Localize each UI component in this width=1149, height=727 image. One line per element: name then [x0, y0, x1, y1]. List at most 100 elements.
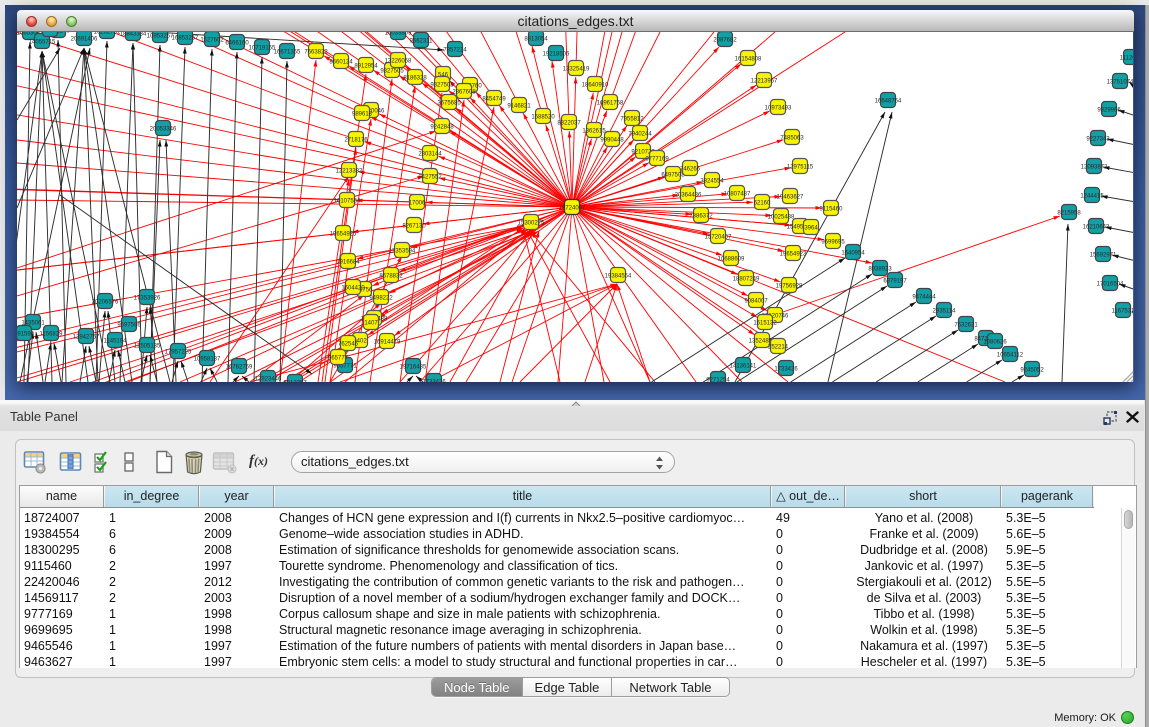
svg-text:9329966: 9329966 — [1097, 107, 1121, 113]
svg-text:7386372: 7386372 — [689, 213, 713, 219]
svg-text:1112053: 1112053 — [1120, 55, 1133, 61]
svg-text:391594: 391594 — [17, 331, 35, 337]
svg-text:9271254: 9271254 — [706, 377, 730, 382]
svg-text:18724007: 18724007 — [559, 205, 586, 211]
svg-text:12093872: 12093872 — [1081, 164, 1108, 170]
svg-text:10107554: 10107554 — [334, 198, 361, 204]
svg-text:20691406: 20691406 — [71, 36, 98, 42]
svg-text:9227343: 9227343 — [1086, 136, 1110, 142]
svg-text:8215958: 8215958 — [1057, 210, 1081, 216]
svg-text:17353926: 17353926 — [134, 295, 161, 301]
svg-text:7663822: 7663822 — [304, 49, 328, 55]
svg-text:9242848: 9242848 — [430, 124, 454, 130]
svg-text:9327508: 9327508 — [430, 82, 454, 88]
svg-text:20206576: 20206576 — [92, 299, 119, 305]
svg-text:10688609: 10688609 — [718, 256, 745, 262]
svg-text:1244415: 1244415 — [1080, 193, 1104, 199]
svg-text:3964: 3964 — [804, 225, 818, 231]
svg-text:989618: 989618 — [352, 111, 373, 117]
svg-text:8812357: 8812357 — [283, 380, 307, 382]
svg-text:16648764: 16648764 — [875, 98, 902, 104]
svg-text:12505135: 12505135 — [134, 343, 161, 349]
svg-text:1407: 1407 — [364, 320, 378, 326]
svg-text:3824554: 3824554 — [700, 178, 724, 184]
svg-text:10807487: 10807487 — [724, 191, 751, 197]
svg-text:2867608: 2867608 — [452, 89, 476, 95]
svg-text:16961758: 16961758 — [597, 100, 624, 106]
svg-text:10025488: 10025488 — [768, 214, 795, 220]
svg-text:12213382: 12213382 — [336, 168, 363, 174]
svg-text:17957225: 17957225 — [165, 349, 192, 355]
svg-text:9498222: 9498222 — [369, 295, 393, 301]
svg-text:762546: 762546 — [338, 341, 359, 347]
svg-text:6497508: 6497508 — [661, 172, 685, 178]
svg-text:831074: 831074 — [40, 32, 61, 33]
svg-text:10958187: 10958187 — [194, 356, 221, 362]
svg-text:1362615: 1362615 — [582, 128, 606, 134]
svg-text:9990448: 9990448 — [600, 137, 624, 143]
svg-text:18807249: 18807249 — [733, 276, 760, 282]
svg-text:965777: 965777 — [328, 355, 349, 361]
svg-text:7857224: 7857224 — [443, 47, 467, 53]
svg-text:20053346: 20053346 — [150, 126, 177, 132]
svg-text:8267130: 8267130 — [402, 223, 426, 229]
svg-text:10719155: 10719155 — [249, 45, 276, 51]
svg-text:13226058: 13226058 — [385, 58, 412, 64]
svg-text:16853267: 16853267 — [172, 35, 199, 41]
svg-text:62160: 62160 — [754, 200, 771, 206]
svg-text:16210643: 16210643 — [1083, 224, 1110, 230]
svg-text:1167531: 1167531 — [1112, 308, 1133, 314]
svg-text:7955812: 7955812 — [620, 116, 644, 122]
svg-text:9699695: 9699695 — [821, 239, 845, 245]
svg-text:12942757: 12942757 — [73, 334, 100, 340]
svg-text:10953257: 10953257 — [147, 33, 174, 39]
svg-text:2935114: 2935114 — [933, 308, 957, 314]
svg-text:9474444: 9474444 — [912, 294, 936, 300]
svg-text:19654923: 19654923 — [780, 251, 807, 257]
svg-text:20364436: 20364436 — [675, 192, 702, 198]
svg-text:16914479: 16914479 — [374, 339, 401, 345]
svg-text:12923446: 12923446 — [255, 376, 282, 382]
svg-text:2803144: 2803144 — [418, 151, 442, 157]
svg-text:746266: 746266 — [680, 166, 701, 172]
svg-text:16782759: 16782759 — [226, 364, 253, 370]
svg-text:15692971: 15692971 — [1090, 252, 1117, 258]
svg-text:8678832: 8678832 — [379, 273, 403, 279]
svg-text:19756928: 19756928 — [776, 283, 803, 289]
svg-text:8813054: 8813054 — [524, 36, 548, 42]
svg-text:9327505: 9327505 — [380, 68, 404, 74]
svg-text:1604420: 1604420 — [341, 285, 365, 291]
svg-text:1080626: 1080626 — [983, 339, 1007, 345]
svg-text:13325419: 13325419 — [563, 66, 590, 72]
svg-text:2718176: 2718176 — [344, 137, 368, 143]
svg-text:8938923: 8938923 — [868, 266, 892, 272]
svg-text:9146821: 9146821 — [507, 103, 531, 109]
svg-text:9562311: 9562311 — [410, 38, 434, 44]
svg-text:12353594: 12353594 — [389, 248, 416, 254]
svg-text:1156829: 1156829 — [40, 331, 64, 337]
svg-text:1527602: 1527602 — [200, 37, 224, 43]
svg-text:17006: 17006 — [409, 200, 426, 206]
svg-text:6879197: 6879197 — [883, 278, 907, 284]
svg-text:19716485: 19716485 — [400, 364, 427, 370]
svg-text:6466160: 6466160 — [225, 40, 249, 46]
svg-text:3675685: 3675685 — [437, 100, 461, 106]
svg-text:1588520: 1588520 — [531, 114, 555, 120]
svg-text:8912954: 8912954 — [354, 63, 378, 69]
svg-text:16033809: 16033809 — [385, 32, 412, 36]
svg-text:16671355: 16671355 — [274, 49, 301, 55]
svg-text:15300275: 15300275 — [518, 220, 545, 226]
svg-text:19463627: 19463627 — [777, 194, 804, 200]
svg-text:19218506: 19218506 — [543, 51, 570, 57]
svg-text:7632621: 7632621 — [954, 322, 978, 328]
svg-text:8186328: 8186328 — [403, 75, 427, 81]
svg-text:1145194: 1145194 — [104, 338, 128, 344]
svg-text:14055715: 14055715 — [29, 39, 56, 45]
svg-text:19384554: 19384554 — [605, 273, 632, 279]
svg-text:18640910: 18640910 — [582, 82, 609, 88]
svg-text:12975115: 12975115 — [787, 164, 814, 170]
svg-text:1640954: 1640954 — [841, 250, 865, 256]
svg-text:7733426: 7733426 — [422, 379, 446, 382]
svg-text:1733426: 1733426 — [774, 366, 798, 372]
svg-text:1916684: 1916684 — [336, 259, 360, 265]
